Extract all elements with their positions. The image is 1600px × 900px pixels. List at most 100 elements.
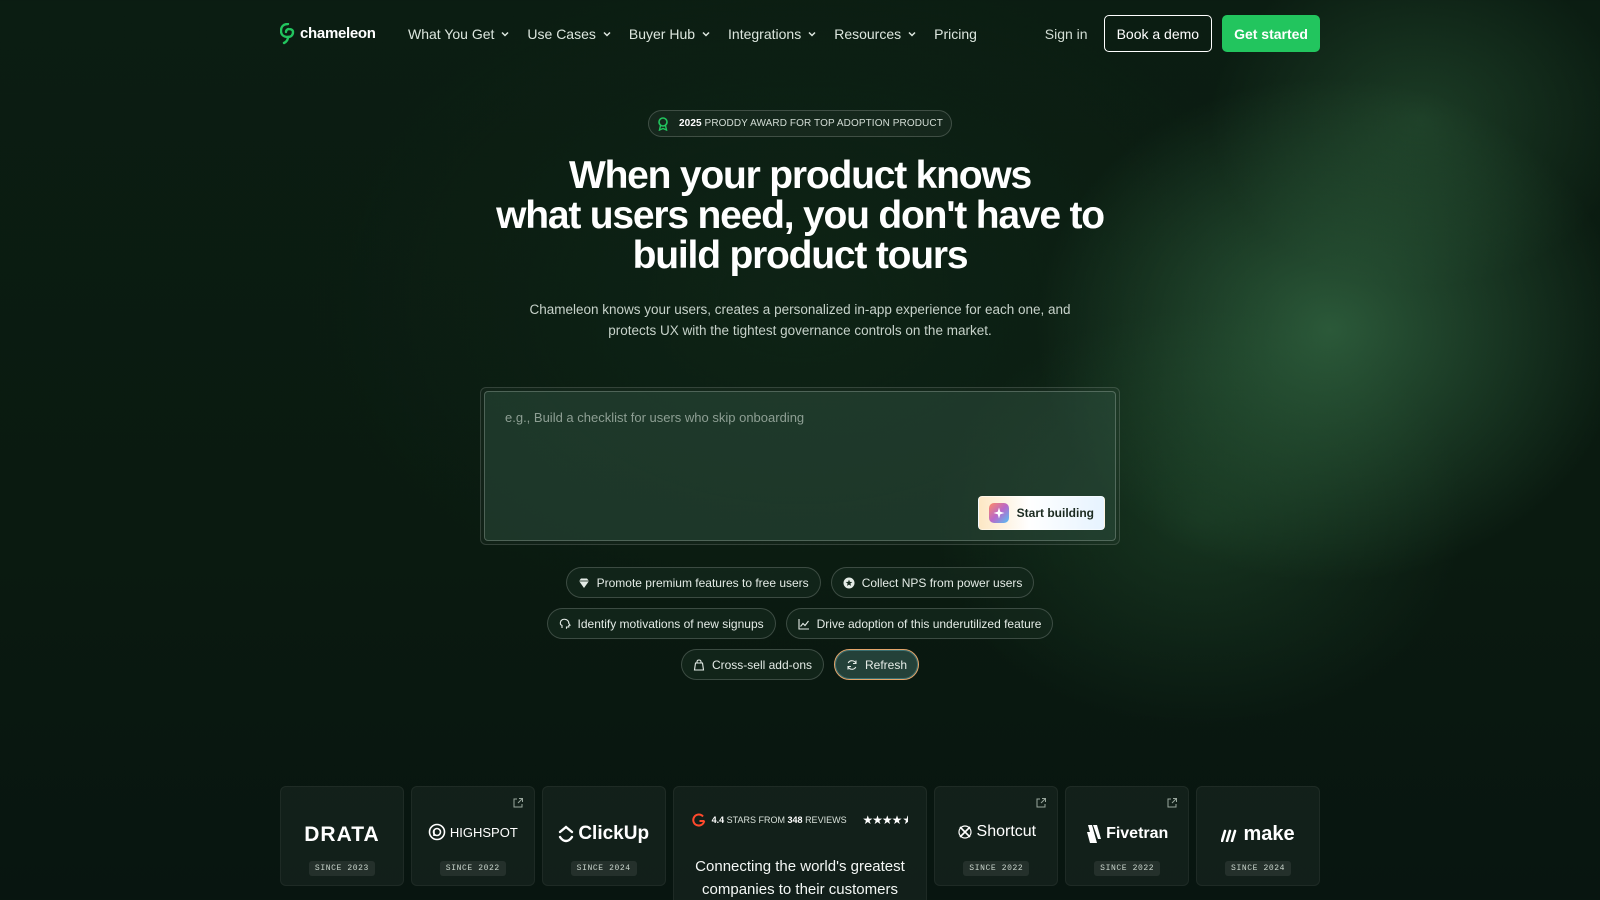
sign-in-link[interactable]: Sign in (1045, 26, 1088, 42)
hero-subtext: Chameleon knows your users, creates a pe… (500, 300, 1100, 341)
suggestion-chip[interactable]: Promote premium features to free users (565, 567, 821, 598)
g2-rating-row: 4.4 STARS FROM 348 REVIEWS ★★★★ ★ (691, 813, 908, 827)
shortcut-name: Shortcut (976, 823, 1037, 840)
customer-card-make[interactable]: make SINCE 2024 (1196, 786, 1320, 886)
nav-item-label: Integrations (728, 25, 802, 42)
shortcut-mark-icon (957, 825, 972, 839)
suggestion-label: Cross-sell add-ons (711, 657, 812, 672)
award-label: Proddy Award for Top Adoption Product (704, 118, 943, 129)
suggestion-label: Identify motivations of new signups (577, 616, 764, 631)
star-circle-icon (843, 577, 855, 588)
nav-item-label: Resources (834, 25, 902, 42)
suggestion-label: Promote premium features to free users (596, 575, 809, 590)
chevron-down-icon (603, 31, 611, 37)
external-link-icon (1167, 798, 1178, 808)
chameleon-logo-icon (280, 22, 295, 44)
chevron-down-icon (908, 31, 916, 37)
top-nav: chameleon What You Get Use Cases Buyer H… (280, 15, 1320, 52)
subtext-line-2: protects UX with the tightest governance… (608, 322, 992, 338)
suggestion-label: Collect NPS from power users (861, 575, 1023, 590)
customers-headline: Connecting the world's greatest companie… (684, 855, 917, 900)
suggestion-chip[interactable]: Collect NPS from power users (830, 567, 1035, 598)
fivetran-mark-icon (1087, 825, 1102, 843)
line-chart-icon (798, 618, 809, 630)
g2-rating-card[interactable]: 4.4 STARS FROM 348 REVIEWS ★★★★ ★ Connect… (672, 786, 928, 900)
clickup-name: ClickUp (578, 823, 650, 844)
nav-item-label: Pricing (934, 25, 977, 42)
shortcut-logo: Shortcut (935, 823, 1057, 841)
customer-card-highspot[interactable]: HIGHSPOT SINCE 2022 (410, 786, 535, 886)
drata-logo: DRATA (304, 823, 380, 846)
since-badge: SINCE 2024 (1225, 861, 1292, 876)
start-building-label: Start building (1016, 506, 1094, 520)
customer-card-fivetran[interactable]: Fivetran SINCE 2022 (1065, 786, 1190, 886)
headline-line-2: what users need, you don't have to (496, 194, 1105, 237)
nav-item-pricing[interactable]: Pricing (934, 26, 977, 42)
external-link-icon (513, 798, 523, 808)
suggestion-chip[interactable]: Drive adoption of this underutilized fea… (785, 608, 1054, 639)
highspot-name: HIGHSPOT (449, 824, 518, 840)
award-text: 2025 Proddy Award for Top Adoption Produ… (679, 118, 943, 129)
refresh-icon (847, 659, 857, 670)
customers-headline-line-1: Connecting the world's greatest (695, 858, 905, 875)
nav-item-label: Buyer Hub (628, 25, 696, 42)
customer-logos: DRATA SINCE 2023 HIGHSPOT SINCE 2022 Cli… (280, 786, 1320, 900)
nav-item-buyer-hub[interactable]: Buyer Hub (629, 26, 711, 42)
prompt-container: Start building (480, 387, 1120, 545)
subtext-line-1: Chameleon knows your users, creates a pe… (529, 302, 1071, 317)
award-badge[interactable]: 2025 Proddy Award for Top Adoption Produ… (648, 110, 952, 137)
g2-rating-text: 4.4 STARS FROM 348 REVIEWS (712, 815, 847, 825)
g2-logo-icon (691, 813, 705, 827)
nav-item-use-cases[interactable]: Use Cases (527, 26, 611, 42)
get-started-button[interactable]: Get started (1222, 15, 1320, 52)
fivetran-name: Fivetran (1106, 825, 1169, 842)
reviews-label: REVIEWS (805, 815, 847, 825)
suggestion-chip[interactable]: Cross-sell add-ons (680, 649, 824, 680)
suggestion-row-2: Identify motivations of new signups Driv… (0, 608, 1600, 639)
make-logo: make (1197, 823, 1319, 846)
nav-links: What You Get Use Cases Buyer Hub Integra… (408, 26, 994, 42)
chevron-down-icon (501, 31, 509, 37)
fivetran-logo: Fivetran (1066, 823, 1188, 845)
nav-item-resources[interactable]: Resources (834, 26, 917, 42)
refresh-label: Refresh (865, 657, 908, 672)
customer-card-drata[interactable]: DRATA SINCE 2023 (280, 786, 404, 886)
highspot-logo: HIGHSPOT (412, 823, 534, 841)
book-demo-button[interactable]: Book a demo (1103, 15, 1213, 52)
customers-headline-line-2: companies to their customers (702, 881, 898, 898)
suggestion-row-1: Promote premium features to free users C… (0, 567, 1600, 598)
since-badge: SINCE 2023 (308, 861, 375, 876)
nav-actions: Sign in Book a demo Get started (1045, 15, 1320, 52)
external-link-icon (1036, 798, 1047, 808)
brand-name: chameleon (300, 25, 376, 42)
highspot-mark-icon (428, 823, 446, 841)
rating-label: STARS FROM (726, 815, 785, 825)
customer-card-shortcut[interactable]: Shortcut SINCE 2022 (934, 786, 1059, 886)
prompt-box: Start building (484, 391, 1116, 541)
headline-line-3: build product tours (632, 234, 969, 277)
clickup-mark-icon (559, 825, 574, 843)
headline-line-1: When your product knows (568, 154, 1032, 197)
suggestion-label: Drive adoption of this underutilized fea… (816, 616, 1042, 631)
sparkle-icon (988, 503, 1009, 523)
make-mark-icon (1221, 829, 1237, 842)
award-ribbon-icon (658, 116, 668, 131)
clickup-logo: ClickUp (543, 823, 665, 845)
brand-logo[interactable]: chameleon (280, 22, 408, 45)
customer-card-clickup[interactable]: ClickUp SINCE 2024 (541, 786, 666, 886)
start-building-button[interactable]: Start building (977, 496, 1105, 530)
since-badge: SINCE 2022 (1094, 861, 1161, 876)
hero-headline: When your product knows what users need,… (400, 156, 1200, 276)
make-name: make (1243, 823, 1295, 845)
suggestion-chip[interactable]: Identify motivations of new signups (546, 608, 776, 639)
gem-icon (578, 578, 589, 588)
chevron-down-icon (808, 31, 816, 37)
since-badge: SINCE 2024 (570, 861, 637, 876)
refresh-button[interactable]: Refresh (834, 649, 920, 680)
award-year: 2025 (679, 118, 702, 129)
cart-icon (693, 658, 705, 671)
rating-value: 4.4 (711, 815, 725, 825)
reviews-count: 348 (787, 815, 803, 825)
nav-item-integrations[interactable]: Integrations (728, 26, 817, 42)
nav-item-what-you-get[interactable]: What You Get (408, 26, 510, 42)
